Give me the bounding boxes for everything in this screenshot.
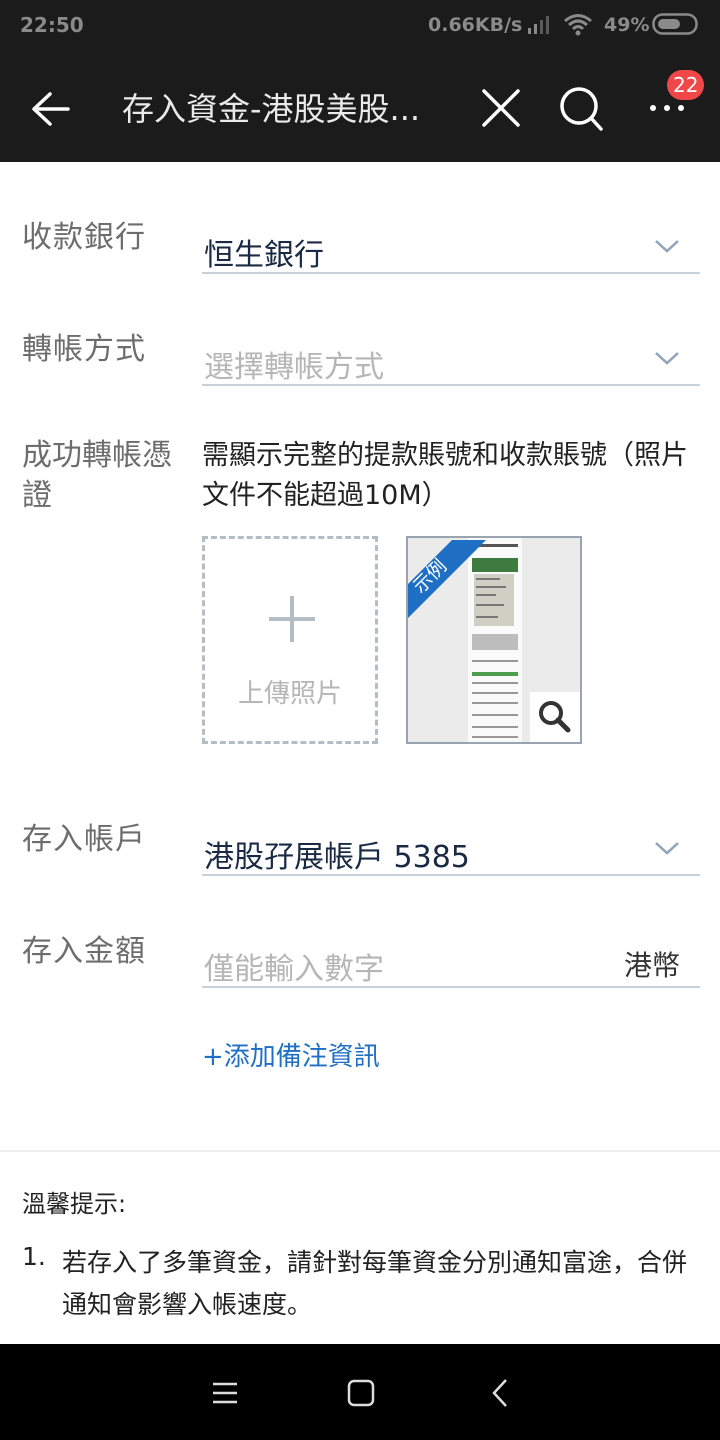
close-icon[interactable] (478, 85, 524, 131)
plus-icon (269, 596, 315, 642)
bank-row: 收款銀行 恒生銀行 (0, 200, 720, 280)
proof-label: 成功轉帳憑證 (22, 438, 172, 513)
transfer-method-label: 轉帳方式 (22, 332, 146, 367)
amount-row: 存入金額 僅能輸入數字 港幣 (0, 914, 720, 994)
account-label: 存入帳戶 (22, 822, 146, 857)
back-nav-icon[interactable] (488, 1377, 512, 1409)
status-time: 22:50 (20, 13, 84, 37)
notification-badge: 22 (667, 70, 705, 100)
bank-select[interactable]: 恒生銀行 (202, 216, 700, 274)
account-select[interactable]: 港股孖展帳戶 5385 (202, 818, 700, 876)
signal-icon (528, 16, 549, 34)
back-arrow-icon[interactable] (28, 86, 74, 132)
amount-placeholder: 僅能輸入數字 (204, 952, 384, 987)
battery-icon (652, 13, 698, 35)
system-nav-bar (0, 1344, 720, 1440)
chevron-down-icon (655, 352, 679, 365)
upload-photo-button[interactable]: 上傳照片 (202, 536, 378, 744)
currency-unit: 港幣 (623, 949, 680, 982)
home-icon[interactable] (346, 1378, 376, 1408)
section-divider (0, 1150, 720, 1152)
tip-number: 1. (22, 1242, 46, 1271)
battery-percent: 49% (604, 14, 650, 36)
magnify-icon[interactable] (530, 692, 580, 742)
proof-description: 需顯示完整的提款賬號和收款賬號（照片文件不能超過10M） (202, 440, 688, 511)
network-speed: 0.66KB/s (428, 14, 523, 36)
transfer-method-row: 轉帳方式 選擇轉帳方式 (0, 312, 720, 392)
wifi-icon (564, 14, 592, 36)
chevron-down-icon (655, 842, 679, 855)
chevron-down-icon (655, 240, 679, 253)
app-header: 存入資金-港股美股... 22 (0, 52, 720, 162)
transfer-method-select[interactable]: 選擇轉帳方式 (202, 328, 700, 386)
search-icon[interactable] (556, 84, 606, 134)
status-bar: 22:50 0.66KB/s 49% (0, 0, 720, 52)
account-value: 港股孖展帳戶 5385 (204, 840, 470, 875)
menu-icon[interactable] (210, 1380, 240, 1406)
sample-image[interactable]: 示例 (406, 536, 582, 744)
bank-value: 恒生銀行 (204, 238, 324, 273)
account-row: 存入帳戶 港股孖展帳戶 5385 (0, 802, 720, 882)
tips-title: 溫馨提示: (22, 1190, 127, 1218)
transfer-method-placeholder: 選擇轉帳方式 (204, 350, 384, 385)
page-title: 存入資金-港股美股... (122, 90, 421, 128)
upload-label: 上傳照片 (237, 679, 342, 709)
bank-label: 收款銀行 (22, 220, 146, 255)
amount-label: 存入金額 (22, 934, 146, 969)
amount-input[interactable]: 僅能輸入數字 港幣 (202, 930, 700, 988)
tip-text: 若存入了多筆資金，請針對每筆資金分別通知富途，合併通知會影響入帳速度。 (62, 1248, 688, 1319)
add-note-link[interactable]: +添加備注資訊 (202, 1036, 380, 1073)
